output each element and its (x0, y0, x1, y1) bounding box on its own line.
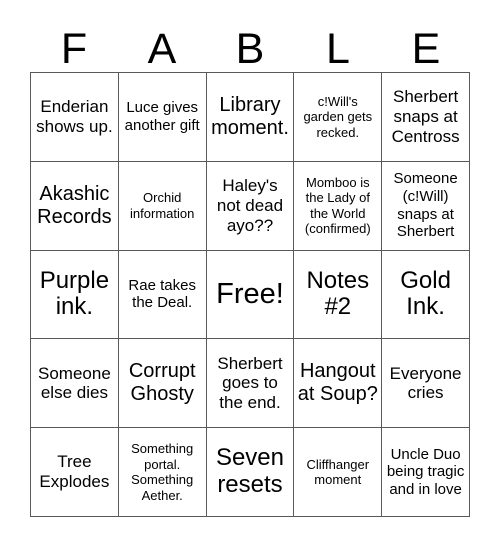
header-letter-1: A (147, 25, 177, 73)
bingo-cell-label: Luce gives another gift (124, 99, 200, 134)
bingo-cell-label: Someone else dies (38, 363, 111, 403)
bingo-cell[interactable]: Corrupt Ghosty (118, 339, 207, 429)
bingo-cell-label: Sherbert goes to the end. (217, 353, 283, 413)
bingo-cell[interactable]: Orchid information (118, 161, 207, 251)
bingo-cell[interactable]: Uncle Duo being tragic and in love (382, 428, 470, 517)
bingo-cell[interactable]: Someone else dies (31, 339, 119, 429)
bingo-cell[interactable]: Cliffhanger moment (294, 428, 383, 517)
bingo-cell-label: Corrupt Ghosty (128, 360, 196, 406)
header-letter-4: E (411, 25, 441, 73)
bingo-cell[interactable]: Enderian shows up. (31, 73, 119, 162)
bingo-cell-label: Rae takes the Deal. (128, 276, 196, 312)
bingo-cell-label: Someone (c!Will) snaps at Sherbert (393, 170, 458, 241)
bingo-cell-label: Tree Explodes (39, 452, 110, 492)
bingo-cell-label: Enderian shows up. (36, 97, 113, 136)
bingo-cell[interactable]: Akashic Records (31, 161, 119, 251)
bingo-cell[interactable]: Momboo is the Lady of the World (confirm… (294, 161, 383, 251)
bingo-cell-label: Uncle Duo being tragic and in love (386, 445, 465, 498)
bingo-cell-label: Momboo is the Lady of the World (confirm… (304, 174, 371, 237)
bingo-cell[interactable]: Purple ink. (31, 250, 119, 340)
bingo-cell-label: Haley's not dead ayo?? (216, 176, 284, 235)
bingo-cell-label: c!Will's garden gets recked. (303, 93, 373, 140)
bingo-cell-label: Free! (216, 277, 284, 310)
bingo-cell-label: Cliffhanger moment (306, 456, 370, 488)
bingo-cell-label: Notes #2 (306, 266, 370, 321)
bingo-cell[interactable]: Something portal. Something Aether. (118, 428, 207, 517)
bingo-cell[interactable]: Sherbert snaps at Centross (382, 73, 470, 162)
bingo-cell[interactable]: Sherbert goes to the end. (206, 339, 295, 429)
bingo-card: F A B L E Enderian shows up. Luce gives a… (0, 0, 500, 544)
bingo-grid: Enderian shows up. Luce gives another gif… (30, 72, 470, 517)
bingo-cell-label: Akashic Records (37, 182, 112, 228)
bingo-cell-label: Hangout at Soup? (297, 360, 378, 406)
bingo-header: F A B L E (30, 14, 470, 72)
header-letter-0: F (60, 25, 88, 73)
bingo-cell-label: Library moment. (211, 94, 289, 139)
bingo-cell[interactable]: Gold Ink. (382, 250, 470, 340)
bingo-cell-label: Sherbert snaps at Centross (391, 87, 460, 146)
bingo-cell-label: Orchid information (130, 190, 195, 221)
header-letter-3: L (326, 25, 350, 73)
bingo-cell[interactable]: Seven resets (206, 428, 295, 517)
bingo-cell-label: Seven resets (215, 444, 285, 499)
bingo-cell[interactable]: Hangout at Soup? (294, 339, 383, 429)
header-letter-2: B (235, 25, 265, 73)
bingo-cell-label: Purple ink. (39, 266, 110, 321)
bingo-cell[interactable]: Haley's not dead ayo?? (206, 161, 295, 251)
bingo-cell[interactable]: Luce gives another gift (118, 73, 207, 162)
bingo-cell[interactable]: Notes #2 (294, 250, 383, 340)
bingo-cell[interactable]: Everyone cries (382, 339, 470, 429)
bingo-cell[interactable]: Library moment. (206, 73, 295, 162)
bingo-cell-label: Gold Ink. (400, 266, 451, 321)
bingo-cell-label: Something portal. Something Aether. (131, 440, 194, 503)
bingo-cell-free[interactable]: Free! (206, 250, 295, 340)
bingo-cell[interactable]: Rae takes the Deal. (118, 250, 207, 340)
bingo-cell-label: Everyone cries (389, 363, 462, 403)
bingo-cell[interactable]: Someone (c!Will) snaps at Sherbert (382, 161, 470, 251)
bingo-cell[interactable]: c!Will's garden gets recked. (294, 73, 383, 162)
bingo-cell[interactable]: Tree Explodes (31, 428, 119, 517)
